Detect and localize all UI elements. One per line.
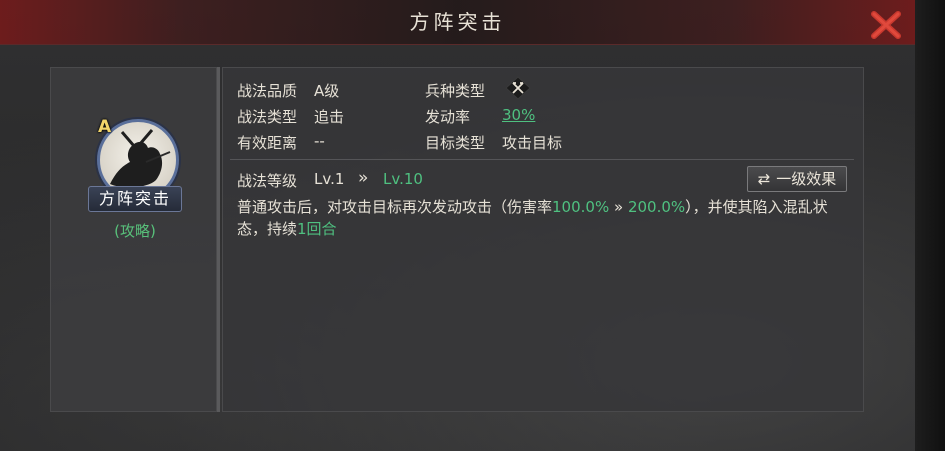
desc-part1: 普通攻击后，对攻击目标再次发动攻击（伤害率 [237, 198, 553, 216]
troop-type-icon [505, 76, 531, 100]
skill-type-value: 追击 [314, 108, 345, 126]
window-edge [915, 0, 945, 451]
swap-icon: ⇄ [757, 170, 771, 188]
guide-link[interactable]: (攻略) [100, 220, 170, 241]
desc-arrow: » [609, 198, 628, 216]
section-divider [230, 159, 854, 160]
close-icon [871, 11, 901, 39]
level-effect-button[interactable]: ⇄ 一级效果 [747, 166, 847, 192]
quality-label: 战法品质 [237, 82, 298, 100]
desc-rate-to: 200.0% [627, 198, 686, 216]
skill-name-plate: 方阵突击 [88, 186, 182, 212]
trigger-rate-value[interactable]: 30% [502, 106, 535, 124]
target-type-value: 攻击目标 [502, 134, 563, 152]
skill-level-label: 战法等级 [237, 172, 298, 190]
troop-type-label: 兵种类型 [425, 82, 486, 100]
close-button[interactable] [868, 8, 904, 42]
quality-value: A级 [314, 82, 340, 100]
skill-description: 普通攻击后，对攻击目标再次发动攻击（伤害率100.0% » 200.0%），并使… [237, 196, 852, 240]
skill-grade: A [98, 117, 112, 137]
target-type-label: 目标类型 [425, 134, 486, 152]
effect-button-label: 一级效果 [776, 170, 837, 188]
level-from: Lv.1 [314, 170, 345, 188]
desc-rate-from: 100.0% [552, 198, 610, 216]
trigger-rate-label: 发动率 [425, 108, 471, 126]
range-value: -- [314, 132, 325, 150]
panel-divider [217, 67, 220, 412]
window-title: 方阵突击 [409, 10, 506, 34]
level-to: Lv.10 [383, 170, 423, 188]
skill-type-label: 战法类型 [237, 108, 298, 126]
level-arrow: » [358, 168, 369, 188]
range-label: 有效距离 [237, 134, 298, 152]
desc-duration: 1回合 [297, 220, 337, 238]
